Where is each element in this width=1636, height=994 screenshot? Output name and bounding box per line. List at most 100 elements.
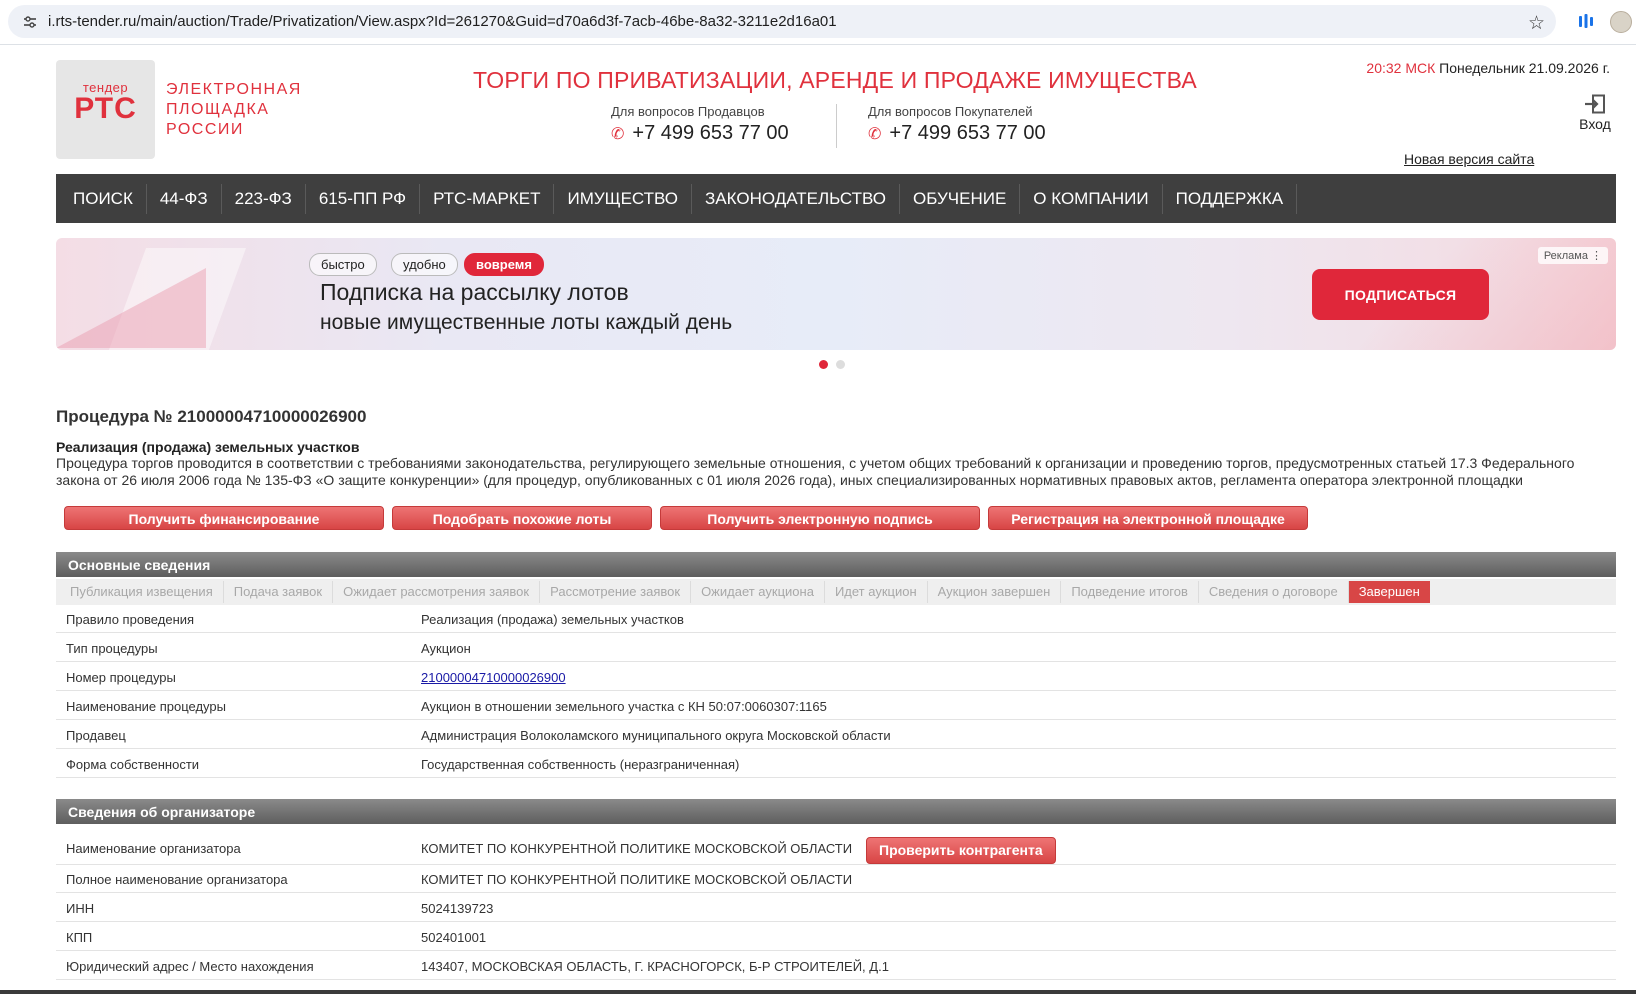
nav-item-rts-market[interactable]: РТС-МАРКЕТ: [420, 183, 555, 214]
page-title: ТОРГИ ПО ПРИВАТИЗАЦИИ, АРЕНДЕ И ПРОДАЖЕ …: [473, 67, 1197, 93]
main-section-header: Основные сведения: [56, 552, 1616, 577]
tune-icon[interactable]: [22, 14, 38, 30]
table-row: Форма собственности Государственная собс…: [56, 750, 1616, 778]
clock-date: Понедельник 21.09.2026 г.: [1439, 60, 1610, 76]
table-row: Номер процедуры 21000004710000026900: [56, 663, 1616, 691]
step-item: Ожидает аукциона: [691, 581, 825, 603]
phone-icon: ✆: [868, 126, 882, 143]
profile-icon[interactable]: [1610, 11, 1632, 33]
server-clock: 20:32 МСК Понедельник 21.09.2026 г.: [1366, 60, 1610, 76]
row-value: Государственная собственность (неразгран…: [421, 757, 740, 772]
table-row: Правило проведения Реализация (продажа) …: [56, 605, 1616, 633]
buyers-phone[interactable]: +7 499 653 77 00: [889, 122, 1045, 144]
nav-item-property[interactable]: ИМУЩЕСТВО: [554, 183, 693, 214]
banner-decoration: [56, 268, 206, 348]
row-value: 143407, МОСКОВСКАЯ ОБЛАСТЬ, Г. КРАСНОГОР…: [421, 959, 889, 974]
address-bar[interactable]: i.rts-tender.ru/main/auction/Trade/Priva…: [8, 5, 1556, 38]
contact-divider: [836, 104, 837, 148]
nav-item-legislation[interactable]: ЗАКОНОДАТЕЛЬСТВО: [692, 183, 900, 214]
step-item: Ожидает рассмотрения заявок: [333, 581, 541, 603]
procedure-steps: Публикация извещения Подача заявок Ожида…: [56, 579, 1616, 605]
row-value: Администрация Волоколамского муниципальн…: [421, 728, 891, 743]
login-icon: [1585, 94, 1605, 114]
ad-banner[interactable]: быстро удобно вовремя Подписка на рассыл…: [56, 238, 1616, 350]
buyers-contact: Для вопросов Покупателей ✆ +7 499 653 77 …: [868, 104, 1046, 145]
register-button[interactable]: Регистрация на электронной площадке: [988, 506, 1308, 530]
row-label: Наименование организатора: [66, 841, 241, 856]
procedure-description: Процедура торгов проводится в соответств…: [56, 455, 1575, 488]
row-label: КПП: [66, 930, 93, 945]
site-logo[interactable]: тендер РТС: [56, 60, 155, 159]
banner-chip-fast: быстро: [309, 253, 377, 276]
buyers-label: Для вопросов Покупателей: [868, 104, 1033, 119]
sellers-contact: Для вопросов Продавцов ✆ +7 499 653 77 00: [611, 104, 789, 145]
procedure-kind: Реализация (продажа) земельных участков: [56, 439, 360, 455]
url-text[interactable]: i.rts-tender.ru/main/auction/Trade/Priva…: [48, 13, 837, 30]
step-item: Аукцион завершен: [928, 581, 1062, 603]
row-value: 5024139723: [421, 901, 494, 916]
get-signature-button[interactable]: Получить электронную подпись: [660, 506, 980, 530]
step-item: Рассмотрение заявок: [540, 581, 692, 603]
row-label: Юридический адрес / Место нахождения: [66, 959, 314, 974]
sellers-label: Для вопросов Продавцов: [611, 104, 765, 119]
row-value: КОМИТЕТ ПО КОНКУРЕНТНОЙ ПОЛИТИКЕ МОСКОВС…: [421, 841, 853, 856]
nav-item-training[interactable]: ОБУЧЕНИЕ: [900, 183, 1021, 214]
nav-item-44fz[interactable]: 44-ФЗ: [147, 183, 222, 214]
get-financing-button[interactable]: Получить финансирование: [64, 506, 384, 530]
table-row: КПП 502401001: [56, 923, 1616, 951]
row-value: КОМИТЕТ ПО КОНКУРЕНТНОЙ ПОЛИТИКЕ МОСКОВС…: [421, 872, 853, 887]
row-label: Номер процедуры: [66, 670, 176, 685]
logo-caption: ЭЛЕКТРОННАЯ ПЛОЩАДКА РОССИИ: [166, 81, 302, 138]
row-label: Наименование процедуры: [66, 699, 226, 714]
step-item: Сведения о договоре: [1199, 581, 1349, 603]
table-row: Наименование процедуры Аукцион в отношен…: [56, 692, 1616, 720]
procedure-number-link[interactable]: 21000004710000026900: [421, 670, 566, 685]
table-row: Наименование организатора КОМИТЕТ ПО КОН…: [56, 834, 1616, 865]
nav-item-223fz[interactable]: 223-ФЗ: [222, 183, 306, 214]
row-value: Аукцион в отношении земельного участка с…: [421, 699, 827, 714]
table-row: Тип процедуры Аукцион: [56, 634, 1616, 662]
banner-title: Подписка на рассылку лотов: [320, 279, 629, 305]
ad-label[interactable]: Реклама ⋮: [1537, 247, 1608, 264]
carousel-dot-active[interactable]: [819, 360, 828, 369]
table-row: ИНН 5024139723: [56, 894, 1616, 922]
check-counterparty-button[interactable]: Проверить контрагента: [866, 837, 1056, 864]
table-row: Юридический адрес / Место нахождения 143…: [56, 952, 1616, 980]
main-nav: ПОИСК 44-ФЗ 223-ФЗ 615-ПП РФ РТС-МАРКЕТ …: [56, 174, 1616, 223]
nav-item-615pp[interactable]: 615-ПП РФ: [306, 183, 421, 214]
step-item: Идет аукцион: [825, 581, 928, 603]
banner-chip-convenient: удобно: [391, 253, 458, 276]
step-item: Подача заявок: [224, 581, 334, 603]
row-value: Реализация (продажа) земельных участков: [421, 612, 684, 627]
row-label: ИНН: [66, 901, 95, 916]
row-value: Аукцион: [421, 641, 471, 656]
step-item: Публикация извещения: [60, 581, 224, 603]
nav-item-support[interactable]: ПОДДЕРЖКА: [1163, 183, 1298, 214]
banner-subtitle: новые имущественные лоты каждый день: [320, 311, 733, 334]
new-version-link[interactable]: Новая версия сайта: [1404, 151, 1534, 167]
organizer-section-header: Сведения об организаторе: [56, 799, 1616, 824]
subscribe-button[interactable]: ПОДПИСАТЬСЯ: [1312, 269, 1489, 320]
step-item: Подведение итогов: [1061, 581, 1199, 603]
row-label: Тип процедуры: [66, 641, 158, 656]
row-label: Продавец: [66, 728, 126, 743]
row-label: Правило проведения: [66, 612, 195, 627]
login-label: Вход: [1579, 116, 1611, 132]
row-label: Форма собственности: [66, 757, 200, 772]
star-icon[interactable]: ☆: [1528, 12, 1545, 35]
find-similar-lots-button[interactable]: Подобрать похожие лоты: [392, 506, 652, 530]
carousel-dot[interactable]: [836, 360, 845, 369]
logo-big-text: РТС: [74, 92, 137, 125]
nav-item-search[interactable]: ПОИСК: [56, 183, 147, 214]
step-item-current: Завершен: [1348, 581, 1430, 603]
row-value: 502401001: [421, 930, 487, 945]
clock-time: 20:32 МСК: [1366, 60, 1436, 76]
extension-icon[interactable]: [1577, 12, 1595, 30]
table-row: Полное наименование организатора КОМИТЕТ…: [56, 865, 1616, 893]
browser-toolbar: i.rts-tender.ru/main/auction/Trade/Priva…: [0, 0, 1636, 45]
login-button[interactable]: Вход: [1570, 94, 1620, 132]
row-label: Полное наименование организатора: [66, 872, 288, 887]
sellers-phone[interactable]: +7 499 653 77 00: [632, 122, 788, 144]
phone-icon: ✆: [611, 126, 625, 143]
nav-item-about[interactable]: О КОМПАНИИ: [1020, 183, 1163, 214]
